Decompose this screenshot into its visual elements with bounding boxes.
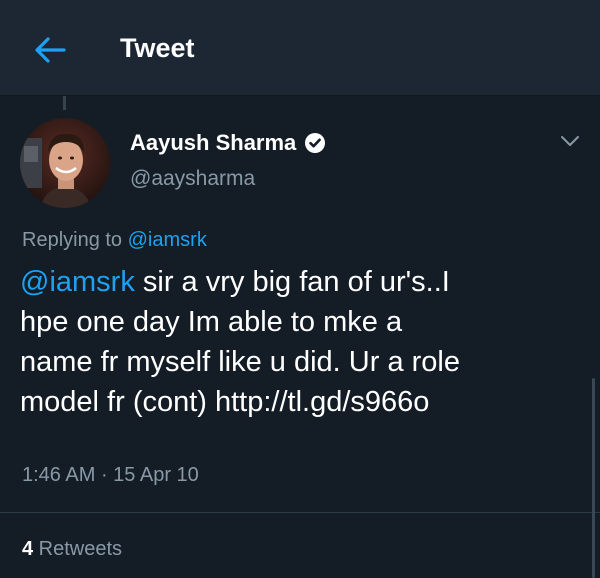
tweet-timestamp[interactable]: 1:46 AM · 15 Apr 10: [22, 461, 199, 489]
divider: [0, 512, 600, 513]
arrow-left-icon: [35, 37, 66, 63]
replying-to-prefix: Replying to: [22, 229, 128, 251]
avatar-image: [20, 118, 110, 208]
retweet-label: Retweets: [33, 538, 123, 560]
tweet-text: @iamsrk sir a vry big fan of ur's..I hpe…: [20, 262, 585, 422]
timestamp-separator: ·: [95, 464, 114, 486]
app-header: Tweet: [0, 0, 600, 96]
replying-to-link[interactable]: @iamsrk: [128, 229, 207, 251]
verified-badge-icon: [304, 132, 326, 154]
tweet-options-button[interactable]: [555, 126, 585, 156]
author-handle[interactable]: @aaysharma: [130, 165, 255, 193]
retweets-count-link[interactable]: 4 Retweets: [22, 535, 122, 563]
avatar[interactable]: [20, 118, 110, 208]
tweet-mention-link[interactable]: @iamsrk: [20, 266, 135, 298]
page-title: Tweet: [120, 33, 195, 63]
replying-to-line: Replying to @iamsrk: [22, 226, 207, 254]
retweet-count: 4: [22, 538, 34, 560]
tweet-time: 1:46 AM: [22, 464, 96, 486]
back-button[interactable]: [30, 30, 70, 70]
tweet-date: 15 Apr 10: [113, 464, 199, 486]
author-display-name[interactable]: Aayush Sharma: [130, 130, 296, 156]
chevron-down-icon: [561, 136, 579, 146]
scrollbar[interactable]: [592, 378, 595, 578]
thread-connector-line: [63, 96, 66, 110]
author-name-row[interactable]: Aayush Sharma: [130, 128, 326, 158]
